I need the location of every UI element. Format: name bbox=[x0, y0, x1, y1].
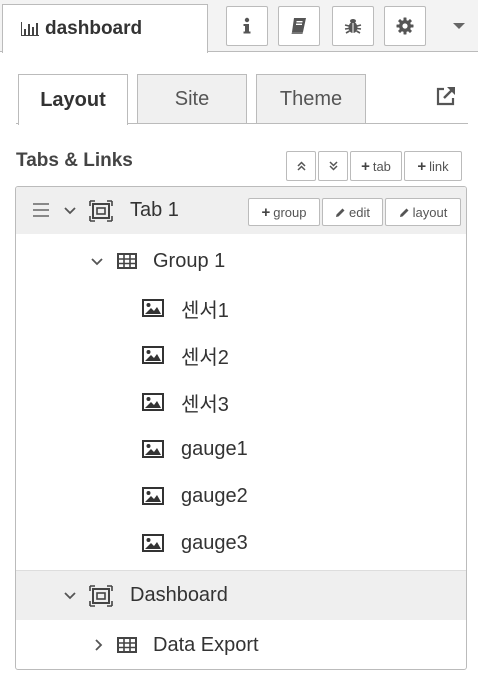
bar-chart-icon bbox=[21, 22, 39, 36]
image-icon bbox=[142, 534, 164, 552]
widget-name: 센서2 bbox=[181, 347, 229, 369]
chevron-right-icon[interactable] bbox=[92, 638, 106, 652]
tree-widget-row[interactable]: 센서3 bbox=[16, 379, 466, 426]
tab-site[interactable]: Site bbox=[137, 74, 247, 124]
table-icon bbox=[117, 637, 137, 653]
tree-widget-row[interactable]: gauge1 bbox=[16, 426, 466, 473]
pencil-icon bbox=[336, 208, 345, 217]
edit-tab-label: edit bbox=[349, 204, 370, 220]
chevron-down-icon bbox=[453, 23, 465, 29]
group-name: Group 1 bbox=[153, 250, 226, 272]
drag-handle-icon[interactable] bbox=[33, 203, 49, 217]
tree-widget-row[interactable]: 센서1 bbox=[16, 285, 466, 332]
dashboard-tab[interactable]: dashboard bbox=[2, 4, 208, 53]
collapse-all-button[interactable] bbox=[286, 151, 316, 181]
image-icon bbox=[142, 487, 164, 505]
widget-name: gauge1 bbox=[181, 438, 248, 460]
pencil-icon bbox=[399, 208, 409, 217]
widget-name: gauge2 bbox=[181, 485, 248, 507]
plus-icon: + bbox=[261, 203, 271, 221]
image-icon bbox=[142, 440, 164, 458]
sidebar-menu-dropdown[interactable] bbox=[444, 6, 474, 46]
external-link-icon bbox=[436, 87, 455, 106]
add-link-button[interactable]: + link bbox=[404, 151, 462, 181]
tree-group-row[interactable]: Data Export bbox=[16, 622, 466, 669]
chevron-down-icon[interactable] bbox=[63, 204, 77, 218]
help-book-button[interactable] bbox=[278, 6, 320, 46]
open-dashboard-link[interactable] bbox=[433, 83, 459, 109]
gear-icon bbox=[396, 17, 414, 35]
add-tab-label: tab bbox=[372, 158, 391, 174]
debug-button[interactable] bbox=[332, 6, 374, 46]
add-group-button[interactable]: + group bbox=[248, 198, 320, 226]
info-icon bbox=[243, 17, 251, 34]
sidebar-header: dashboard bbox=[0, 0, 478, 53]
tree-group-row[interactable]: Group 1 bbox=[16, 238, 466, 285]
plus-icon: + bbox=[417, 157, 427, 175]
plus-icon: + bbox=[361, 157, 370, 175]
double-chevron-down-icon bbox=[328, 161, 338, 171]
add-group-label: group bbox=[273, 204, 307, 220]
tab-frame-icon bbox=[89, 200, 113, 222]
tab-theme[interactable]: Theme bbox=[256, 74, 366, 124]
tree-widget-row[interactable]: gauge2 bbox=[16, 473, 466, 520]
chevron-down-icon[interactable] bbox=[63, 589, 77, 603]
widget-name: 센서3 bbox=[181, 394, 229, 416]
info-button[interactable] bbox=[226, 6, 268, 46]
double-chevron-up-icon bbox=[296, 161, 306, 171]
dashboard-tab-label: dashboard bbox=[45, 18, 143, 39]
image-icon bbox=[142, 393, 164, 411]
tree-tab-row[interactable]: Tab 1 + group edit layout bbox=[16, 187, 466, 234]
bug-icon bbox=[344, 19, 362, 34]
widget-name: gauge3 bbox=[181, 532, 248, 554]
tab-name: Dashboard bbox=[130, 584, 228, 606]
edit-tab-button[interactable]: edit bbox=[322, 198, 383, 226]
book-icon bbox=[291, 18, 306, 34]
tab-name: Tab 1 bbox=[130, 199, 179, 221]
tree-tab-row[interactable]: Dashboard bbox=[16, 570, 466, 620]
widget-name: 센서1 bbox=[181, 300, 229, 322]
expand-all-button[interactable] bbox=[318, 151, 348, 181]
table-icon bbox=[117, 253, 137, 269]
tab-frame-icon bbox=[89, 585, 113, 607]
section-title: Tabs & Links bbox=[16, 150, 133, 171]
tree-widget-row[interactable]: 센서2 bbox=[16, 332, 466, 379]
layout-tab-label: layout bbox=[412, 204, 448, 220]
image-icon bbox=[142, 346, 164, 364]
group-name: Data Export bbox=[153, 634, 259, 656]
chevron-down-icon[interactable] bbox=[90, 255, 104, 269]
tab-layout[interactable]: Layout bbox=[18, 74, 128, 125]
add-link-label: link bbox=[429, 158, 449, 174]
tabs-links-tree: Tab 1 + group edit layout Group 1 센서1 센서… bbox=[15, 186, 467, 670]
add-tab-button[interactable]: + tab bbox=[350, 151, 402, 181]
tree-widget-row[interactable]: gauge3 bbox=[16, 520, 466, 567]
settings-button[interactable] bbox=[384, 6, 426, 46]
image-icon bbox=[142, 299, 164, 317]
layout-tab-button[interactable]: layout bbox=[385, 198, 461, 226]
